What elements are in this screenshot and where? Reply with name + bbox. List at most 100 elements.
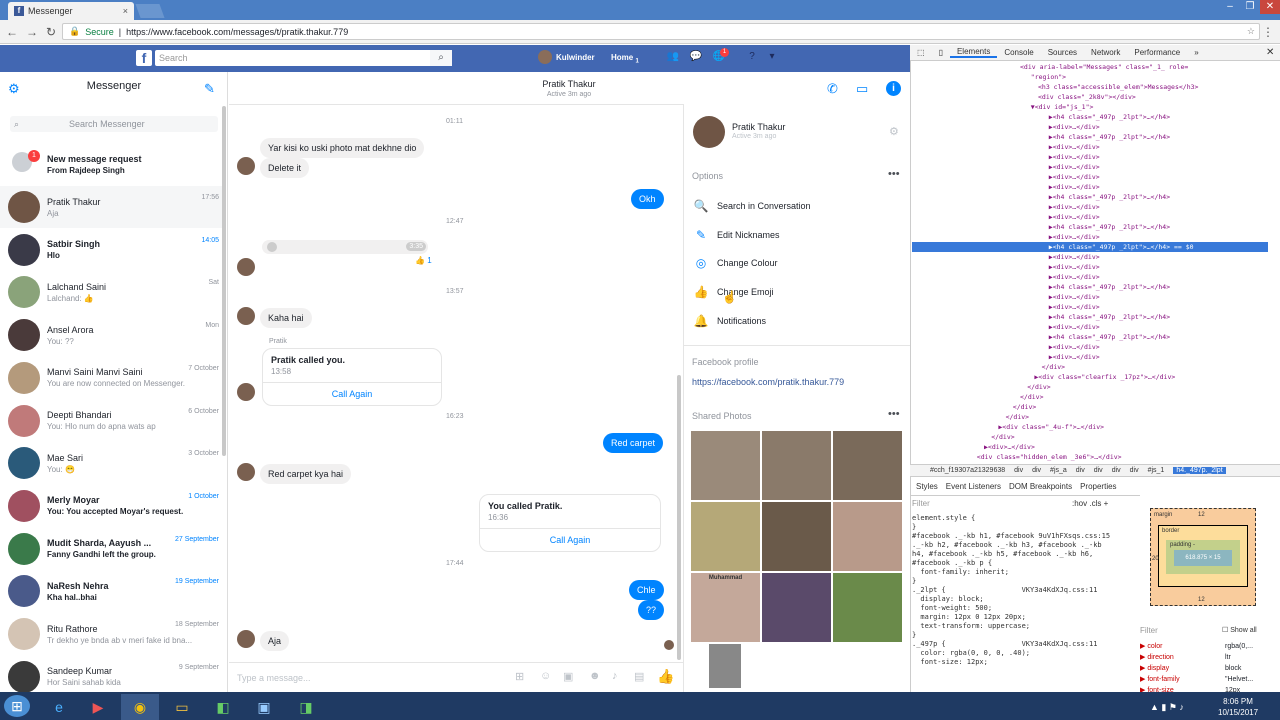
dom-node-line[interactable]: ▶<h4 class="_497p _2lpt">…</h4> [912,282,1268,292]
system-tray-icons[interactable]: ▲ ▮ ⚑ ♪ [1150,702,1184,713]
dom-node-line[interactable]: <h3 class="accessible_elem">Messages</h3… [912,82,1268,92]
hov-cls-toggles[interactable]: :hov .cls + [1072,499,1108,508]
dom-node-line[interactable]: ▶<div>…</div> [912,272,1268,282]
dom-node-line[interactable]: ▶<h4 class="_497p _2lpt">…</h4> [912,112,1268,122]
maximize-button[interactable]: ❐ [1240,0,1260,14]
dom-node-line[interactable]: "region"> [912,72,1268,82]
dom-node-line[interactable]: ▶<div>…</div> [912,302,1268,312]
media-player-icon[interactable]: ▶ [79,694,117,720]
audio-message[interactable]: 3:35 [262,240,428,254]
forward-icon[interactable]: → [26,25,38,39]
dom-node-line[interactable]: <div aria-label="Messages" class="_1_ ro… [912,62,1268,72]
dom-node-line[interactable]: </div> [912,412,1268,422]
dom-node-line[interactable]: ▶<div>…</div> [912,342,1268,352]
messages-icon[interactable]: 💬 [689,50,703,64]
emoji-icon[interactable]: ☻ [589,670,601,682]
sidebar-scrollbar[interactable] [222,106,226,456]
dom-node-line[interactable]: </div> [912,362,1268,372]
breadcrumb-item[interactable]: div [1130,467,1139,474]
facebook-logo-icon[interactable]: f [136,50,152,66]
sticker-icon[interactable]: ☺ [540,670,551,682]
dom-node-line[interactable]: ▶<div>…</div> [912,252,1268,262]
conversation-item[interactable]: Mudit Sharda, Aayush ... Fanny Gandhi le… [0,528,224,570]
file-explorer-icon[interactable]: ▭ [163,694,201,720]
breadcrumb-item[interactable]: h4._497p._2lpt [1173,467,1226,474]
shared-photo[interactable] [833,502,902,571]
back-icon[interactable]: ← [6,25,18,39]
conversation-item[interactable]: Ritu Rathore Tr dekho ye bnda ab v meri … [0,613,224,655]
chat-scrollbar[interactable] [677,375,681,660]
tab-network[interactable]: Network [1084,48,1127,57]
shared-photo[interactable] [833,573,902,642]
breadcrumb-item[interactable]: div [1032,467,1041,474]
breadcrumb-item[interactable]: div [1014,467,1023,474]
shared-photo[interactable] [762,431,831,500]
inspect-icon[interactable]: ⬚ [910,48,932,57]
info-icon[interactable]: i [886,81,901,96]
dom-node-line[interactable]: ▶<div>…</div> [912,142,1268,152]
styles-filter-input[interactable]: Filter [912,499,930,508]
dom-node-line[interactable]: </div> [912,382,1268,392]
shared-photo[interactable]: Muhammad [691,573,760,642]
shared-photo[interactable] [762,573,831,642]
dom-node-line[interactable]: ▼<div id="js_1"> [912,102,1268,112]
conversation-item[interactable]: Satbir Singh Hlo 14:05 [0,229,224,271]
computed-property[interactable]: ▶ color rgba(0,... [1140,641,1278,652]
dom-node-line[interactable]: ▶<div class="clearfix _17pz">…</div> [912,372,1268,382]
breadcrumb-item[interactable]: div [1076,467,1085,474]
conversation-item[interactable]: NaResh Nehra Kha hal..bhai 19 September [0,570,224,612]
dom-node-line[interactable]: ▶<div>…</div> [912,162,1268,172]
option-notifications[interactable]: 🔔 Notifications [693,314,767,328]
dom-node-line[interactable]: ▶<div>…</div> [912,322,1268,332]
ie-icon[interactable]: e [40,694,78,720]
gif-icon[interactable]: ▣ [563,670,573,683]
shared-photo[interactable] [709,644,741,688]
play-icon[interactable] [267,242,277,252]
computed-property[interactable]: ▶ font-family "Helvet... [1140,674,1278,685]
help-icon[interactable]: ? [745,50,759,64]
dom-node-line[interactable]: ▶<div>…</div> [912,202,1268,212]
breadcrumb-item[interactable]: div [1112,467,1121,474]
subtab-styles[interactable]: Styles [916,482,938,491]
message-request-item[interactable]: 1 New message request From Rajdeep Singh [0,143,224,185]
home-link[interactable]: Home 1 [611,53,639,65]
subtab-dom-breakpoints[interactable]: DOM Breakpoints [1009,482,1072,491]
dom-node-line[interactable]: ▶<div>…</div> [912,352,1268,362]
conversation-item[interactable]: Mae Sari You: 😁 3 October [0,442,224,484]
dom-node-line[interactable]: ▶<div>…</div> [912,122,1268,132]
dom-node-line[interactable]: ▶<div>…</div> [912,212,1268,222]
subtab-properties[interactable]: Properties [1080,482,1116,491]
search-icon[interactable]: ⌕ [430,50,452,66]
conversation-item[interactable]: Lalchand Saini Lalchand: 👍 Sat [0,271,224,313]
dom-node-line[interactable]: ▶<div>…</div> [912,442,1268,452]
close-window-button[interactable]: ✕ [1260,0,1280,14]
conversation-item[interactable]: Manvi Saini Manvi Saini You are now conn… [0,357,224,399]
device-icon[interactable]: ▯ [932,48,950,57]
shared-photo[interactable] [762,502,831,571]
clock[interactable]: 8:06 PM 10/15/2017 [1218,696,1258,718]
tab-sources[interactable]: Sources [1041,48,1084,57]
chrome-icon[interactable]: ◉ [121,694,159,720]
profile-link[interactable]: Kulwinder [538,50,595,64]
phone-call-icon[interactable]: ✆ [827,81,838,97]
minimize-button[interactable]: – [1220,0,1240,14]
address-bar[interactable]: 🔒 Secure | https://www.facebook.com/mess… [62,23,1260,40]
option-search-in-conversation[interactable]: 🔍 Search in Conversation [693,199,811,213]
new-message-icon[interactable]: ✎ [204,81,215,97]
url-text[interactable]: https://www.facebook.com/messages/t/prat… [126,27,348,37]
dom-node-line[interactable]: ▶<div>…</div> [912,152,1268,162]
show-all-checkbox[interactable]: ☐ Show all [1222,626,1257,634]
app-icon[interactable]: ▣ [245,694,283,720]
facebook-profile-link[interactable]: https://facebook.com/pratik.thakur.779 [692,377,844,387]
game-icon[interactable]: ⊞ [515,670,524,683]
dom-node-line[interactable]: ▶<h4 class="_497p _2lpt">…</h4> [912,222,1268,232]
more-options-icon[interactable]: ••• [888,408,900,420]
dom-node-line[interactable]: ▶<h4 class="_497p _2lpt">…</h4> [912,312,1268,322]
shared-photo[interactable] [833,431,902,500]
tab-elements[interactable]: Elements [949,47,998,58]
browser-menu-icon[interactable]: ⋮ [1262,25,1274,39]
conversation-item[interactable]: Deepti Bhandari You: Hlo num do apna wat… [0,400,224,442]
dom-node-line[interactable]: ▶<div>…</div> [912,182,1268,192]
option-change-colour[interactable]: ◎ Change Colour [693,256,778,270]
browser-tab[interactable]: f Messenger × [8,2,134,20]
